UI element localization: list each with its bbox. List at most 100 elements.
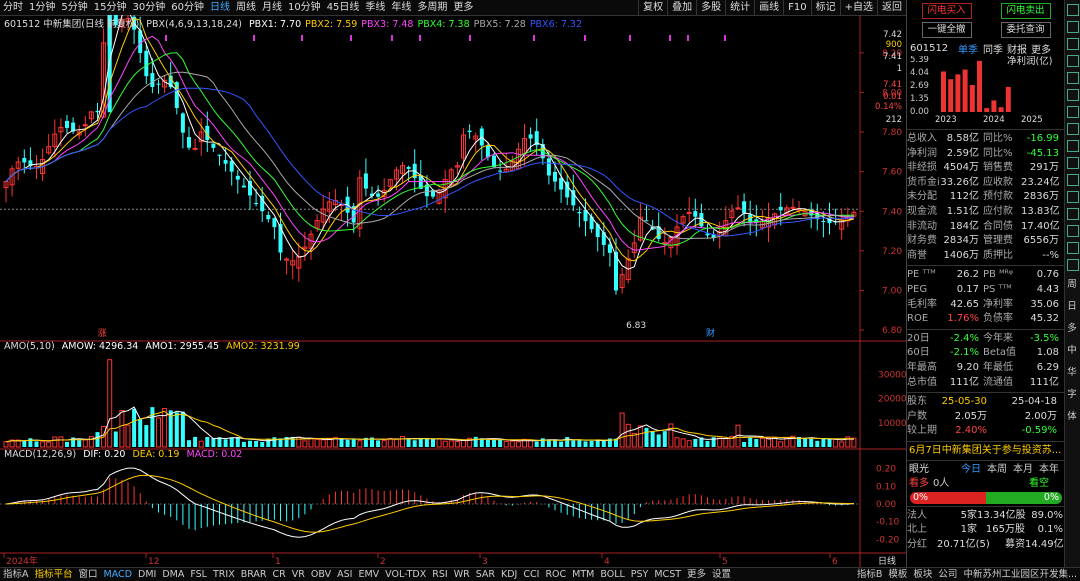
finance-marker[interactable]: 财: [706, 327, 715, 339]
indicator-tab[interactable]: WR: [451, 568, 473, 581]
side-tool-icon[interactable]: [1067, 4, 1079, 16]
indicator-tab[interactable]: RSI: [429, 568, 450, 581]
side-tool-icon[interactable]: [1067, 123, 1079, 135]
indicator-tab[interactable]: 窗口: [76, 568, 101, 581]
indicator-tab[interactable]: PSY: [628, 568, 652, 581]
side-tool-icon[interactable]: [1067, 259, 1079, 271]
top-tool-button[interactable]: 返回: [877, 0, 906, 15]
indicator-tab[interactable]: DMA: [159, 568, 187, 581]
period-tab[interactable]: 季线: [362, 0, 388, 15]
side-tool-icon[interactable]: [1067, 157, 1079, 169]
side-tool-label[interactable]: 日: [1066, 298, 1078, 312]
period-tab[interactable]: 45日线: [324, 0, 363, 15]
side-tool-icon[interactable]: [1067, 55, 1079, 67]
indicator-tab[interactable]: SAR: [473, 568, 498, 581]
period-tab[interactable]: 1分钟: [26, 0, 58, 15]
order-query-button[interactable]: 委托查询: [1000, 22, 1051, 38]
indicator-tab[interactable]: 更多: [684, 568, 709, 581]
side-tool-icon[interactable]: [1067, 89, 1079, 101]
kline-chart-area[interactable]: 8.208.007.807.607.407.207.006.807.429007…: [0, 15, 906, 567]
side-tool-label[interactable]: 多: [1066, 320, 1078, 334]
limit-up-marker[interactable]: 涨: [98, 328, 107, 339]
eye-tab-week[interactable]: 本周: [987, 463, 1007, 477]
period-tab[interactable]: 更多: [450, 0, 476, 15]
indicator-tab[interactable]: VR: [289, 568, 308, 581]
side-tool-icon[interactable]: [1067, 106, 1079, 118]
side-tool-label[interactable]: 中: [1066, 342, 1078, 356]
top-tool-button[interactable]: +自选: [839, 0, 877, 15]
indicator-tab[interactable]: KDJ: [498, 568, 520, 581]
period-tab[interactable]: 30分钟: [129, 0, 168, 15]
period-tab[interactable]: 日线: [207, 0, 233, 15]
indicator-tab[interactable]: FSL: [187, 568, 210, 581]
period-tab[interactable]: 月线: [259, 0, 285, 15]
indicator-tab[interactable]: MCST: [651, 568, 684, 581]
eye-tab-month[interactable]: 本月: [1013, 463, 1033, 477]
side-tool-label[interactable]: 华: [1066, 364, 1078, 378]
side-tool-icon[interactable]: [1067, 21, 1079, 33]
tab-more[interactable]: 更多: [1031, 41, 1051, 56]
indicator-tab[interactable]: 指标A: [0, 568, 32, 581]
bottom-right-item[interactable]: 模板: [885, 568, 910, 581]
top-tool-button[interactable]: 画线: [754, 0, 783, 15]
indicator-tab[interactable]: CR: [270, 568, 289, 581]
side-tool-icon[interactable]: [1067, 242, 1079, 254]
period-tab[interactable]: 15分钟: [91, 0, 130, 15]
indicator-tab[interactable]: BRAR: [238, 568, 270, 581]
indicator-tab[interactable]: CCI: [520, 568, 542, 581]
top-tool-button[interactable]: 多股: [696, 0, 725, 15]
holders-date-1[interactable]: 25-05-30: [939, 395, 987, 410]
indicator-tab[interactable]: MTM: [569, 568, 597, 581]
period-tab[interactable]: 分时: [0, 0, 26, 15]
amo-bars: [3, 359, 857, 448]
side-tool-icon[interactable]: [1067, 140, 1079, 152]
bottom-right-item[interactable]: 指标B: [854, 568, 886, 581]
indicator-tab[interactable]: BOLL: [597, 568, 627, 581]
eye-tab-today[interactable]: 今日: [961, 463, 981, 477]
bottom-right-item[interactable]: 中新苏州工业园区开发集...: [960, 568, 1080, 581]
indicator-tab[interactable]: 设置: [709, 568, 734, 581]
period-tab[interactable]: 年线: [388, 0, 414, 15]
news-headline[interactable]: 6月7日中新集团关于参与投资苏...: [907, 444, 1065, 458]
top-tool-button[interactable]: F10: [783, 0, 810, 15]
indicator-tab[interactable]: 指标平台: [32, 568, 76, 581]
fin-row-cell: 合同债: [983, 220, 1013, 232]
indicator-tab[interactable]: OBV: [308, 568, 334, 581]
bottom-right-item[interactable]: 公司: [935, 568, 960, 581]
indicator-tab[interactable]: DMI: [135, 568, 159, 581]
side-tool-label[interactable]: 周: [1066, 276, 1078, 290]
flash-sell-button[interactable]: 闪电卖出: [1000, 3, 1051, 19]
indicator-tab[interactable]: MACD: [101, 568, 135, 581]
side-tool-icon[interactable]: [1067, 191, 1079, 203]
bottom-right-item[interactable]: 板块: [910, 568, 935, 581]
side-tool-label[interactable]: 字: [1066, 386, 1078, 400]
side-tool-icon[interactable]: [1067, 38, 1079, 50]
tab-same-quarter[interactable]: 同季: [983, 41, 1003, 56]
top-tool-button[interactable]: 标记: [810, 0, 840, 15]
period-tab[interactable]: 5分钟: [58, 0, 90, 15]
indicator-tab[interactable]: EMV: [355, 568, 382, 581]
top-tool-button[interactable]: 叠加: [667, 0, 696, 15]
cancel-all-button[interactable]: 一键全撤: [921, 22, 972, 38]
bear-label[interactable]: 看空: [1029, 477, 1049, 491]
bull-label[interactable]: 看多: [909, 477, 929, 491]
indicator-tab[interactable]: ASI: [334, 568, 355, 581]
tab-quarter[interactable]: 单季: [958, 41, 978, 56]
side-tool-icon[interactable]: [1067, 208, 1079, 220]
period-tab[interactable]: 10分钟: [285, 0, 324, 15]
flash-buy-button[interactable]: 闪电买入: [921, 3, 972, 19]
side-tool-label[interactable]: 体: [1066, 408, 1078, 422]
tab-report[interactable]: 财报: [1007, 41, 1027, 56]
indicator-tab[interactable]: TRIX: [210, 568, 238, 581]
indicator-tab[interactable]: ROC: [542, 568, 569, 581]
side-tool-icon[interactable]: [1067, 225, 1079, 237]
top-tool-button[interactable]: 统计: [725, 0, 754, 15]
side-tool-icon[interactable]: [1067, 174, 1079, 186]
indicator-tab[interactable]: VOL-TDX: [382, 568, 429, 581]
top-tool-button[interactable]: 复权: [638, 0, 667, 15]
period-tab[interactable]: 多周期: [414, 0, 450, 15]
side-tool-icon[interactable]: [1067, 72, 1079, 84]
period-tab[interactable]: 60分钟: [168, 0, 207, 15]
eye-tab-year[interactable]: 本年: [1039, 463, 1059, 477]
period-tab[interactable]: 周线: [233, 0, 259, 15]
